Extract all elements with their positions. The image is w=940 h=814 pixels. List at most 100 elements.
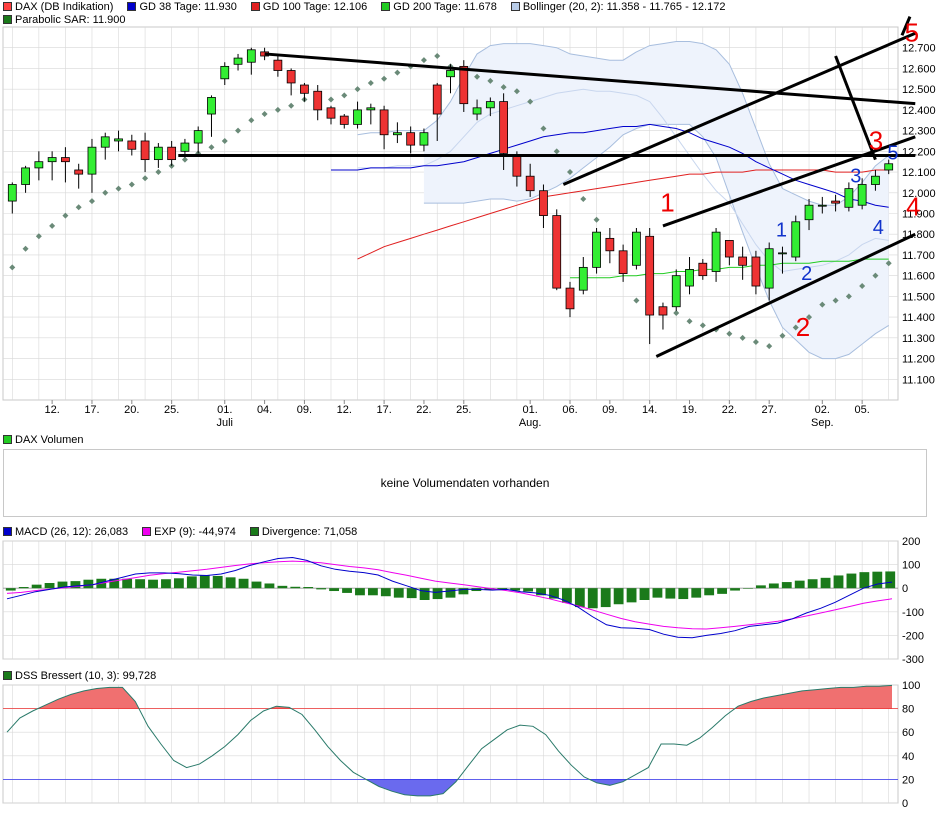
price-ytick-label: 12.500 bbox=[902, 84, 936, 96]
divergence-bar bbox=[419, 588, 430, 600]
candle-body bbox=[844, 188, 854, 208]
candle-body bbox=[366, 107, 376, 111]
candle-body bbox=[472, 107, 482, 115]
price-xtick-label: 14. bbox=[642, 404, 657, 416]
candle-body bbox=[618, 250, 628, 274]
divergence-bar bbox=[432, 588, 443, 600]
volume-legend: DAX Volumen bbox=[3, 433, 97, 446]
dss-swatch bbox=[3, 671, 12, 680]
candle-body bbox=[379, 109, 389, 136]
divergence-bar bbox=[406, 588, 417, 599]
price-ytick-label: 12.100 bbox=[902, 167, 936, 179]
candle-body bbox=[724, 240, 734, 258]
price-xtick-label: 02. bbox=[815, 404, 830, 416]
divergence-bar bbox=[743, 588, 753, 589]
candle-body bbox=[419, 132, 429, 146]
candle-body bbox=[592, 231, 601, 268]
candle-body bbox=[884, 163, 894, 171]
candle-body bbox=[578, 266, 588, 291]
candle-body bbox=[459, 65, 469, 105]
macd-legend-item: Divergence: 71,058 bbox=[249, 525, 358, 538]
dss-ytick-label: 40 bbox=[902, 751, 914, 763]
dss-ytick-label: 60 bbox=[902, 727, 914, 739]
candle-body bbox=[140, 140, 150, 161]
dss-legend: DSS Bressert (10, 3): 99,728 bbox=[3, 669, 170, 682]
price-xtick-label: 12. bbox=[337, 404, 352, 416]
candle-body bbox=[313, 90, 323, 111]
divergence-bar bbox=[18, 587, 29, 589]
candle-body bbox=[220, 65, 230, 80]
divergence-bar bbox=[290, 586, 301, 589]
divergence-bar bbox=[717, 588, 728, 594]
candle-body bbox=[326, 107, 336, 119]
candle-body bbox=[180, 142, 190, 152]
candle-body bbox=[273, 59, 283, 71]
price-xtick-label: 06. bbox=[562, 404, 577, 416]
price-xtick-label: 17. bbox=[84, 404, 99, 416]
price-xtick-label: 12. bbox=[44, 404, 59, 416]
wave-annotation-label: 3 bbox=[850, 165, 861, 187]
divergence-bar bbox=[355, 588, 365, 596]
candle-body bbox=[671, 275, 681, 308]
divergence-bar bbox=[199, 575, 210, 589]
candle-body bbox=[153, 146, 163, 161]
volume-swatch bbox=[3, 435, 12, 444]
macd-ytick-label: 200 bbox=[902, 536, 920, 548]
candle-body bbox=[207, 97, 216, 115]
price-xtick-label: 19. bbox=[682, 404, 697, 416]
dss-ytick-label: 100 bbox=[902, 680, 920, 692]
candle-body bbox=[61, 157, 70, 163]
price-xtick-month-label: Sep. bbox=[811, 417, 834, 429]
macd-legend-swatch bbox=[142, 527, 152, 536]
price-xtick-label: 05. bbox=[854, 404, 869, 416]
divergence-bar bbox=[329, 588, 340, 592]
macd-legend: MACD (26, 12): 26,083 EXP (9): -44,974 Div… bbox=[3, 525, 371, 538]
candle-body bbox=[525, 175, 535, 192]
divergence-bar bbox=[820, 577, 831, 589]
divergence-bar bbox=[613, 588, 624, 605]
divergence-bar bbox=[639, 588, 650, 600]
divergence-bar bbox=[523, 588, 534, 592]
candle-body bbox=[751, 256, 761, 287]
divergence-bar bbox=[691, 588, 702, 598]
divergence-bar bbox=[148, 579, 158, 589]
divergence-bar bbox=[781, 582, 792, 589]
candle-body bbox=[393, 132, 402, 136]
price-xtick-month-label: Juli bbox=[217, 417, 234, 429]
dss-ytick-label: 20 bbox=[902, 774, 914, 786]
candle-body bbox=[87, 146, 97, 175]
macd-legend-label: Divergence: 71,058 bbox=[261, 525, 358, 538]
divergence-bar bbox=[186, 576, 197, 589]
candle-body bbox=[300, 84, 309, 94]
candle-body bbox=[658, 306, 668, 316]
price-ytick-label: 11.500 bbox=[902, 291, 935, 303]
dss-legend-label: DSS Bressert (10, 3): 99,728 bbox=[15, 669, 157, 682]
divergence-bar bbox=[885, 571, 896, 589]
wave-annotation-label: 1 bbox=[660, 187, 674, 217]
candle-body bbox=[778, 252, 787, 255]
volume-no-data-message: keine Volumendaten vorhanden bbox=[380, 476, 550, 490]
candle-body bbox=[74, 169, 84, 175]
divergence-bar bbox=[225, 577, 236, 589]
divergence-bar bbox=[135, 579, 146, 589]
candle-body bbox=[233, 57, 243, 65]
divergence-bar bbox=[561, 588, 572, 603]
divergence-bar bbox=[704, 588, 715, 596]
macd-ytick-label: -300 bbox=[902, 654, 924, 666]
candle-body bbox=[857, 184, 867, 206]
candle-body bbox=[738, 256, 748, 266]
wave-annotation-label: 3 bbox=[869, 125, 883, 155]
divergence-bar bbox=[626, 588, 637, 603]
price-ytick-label: 12.400 bbox=[902, 105, 936, 117]
divergence-bar bbox=[5, 588, 16, 591]
divergence-bar bbox=[173, 578, 184, 589]
candle-body bbox=[632, 231, 641, 266]
candle-body bbox=[446, 70, 455, 78]
candle-body bbox=[193, 130, 203, 144]
macd-ytick-label: -200 bbox=[902, 630, 924, 642]
candle-body bbox=[167, 146, 177, 161]
divergence-bar bbox=[755, 585, 766, 589]
candle-body bbox=[499, 101, 508, 154]
divergence-bar bbox=[730, 588, 740, 591]
candle-body bbox=[565, 287, 575, 310]
